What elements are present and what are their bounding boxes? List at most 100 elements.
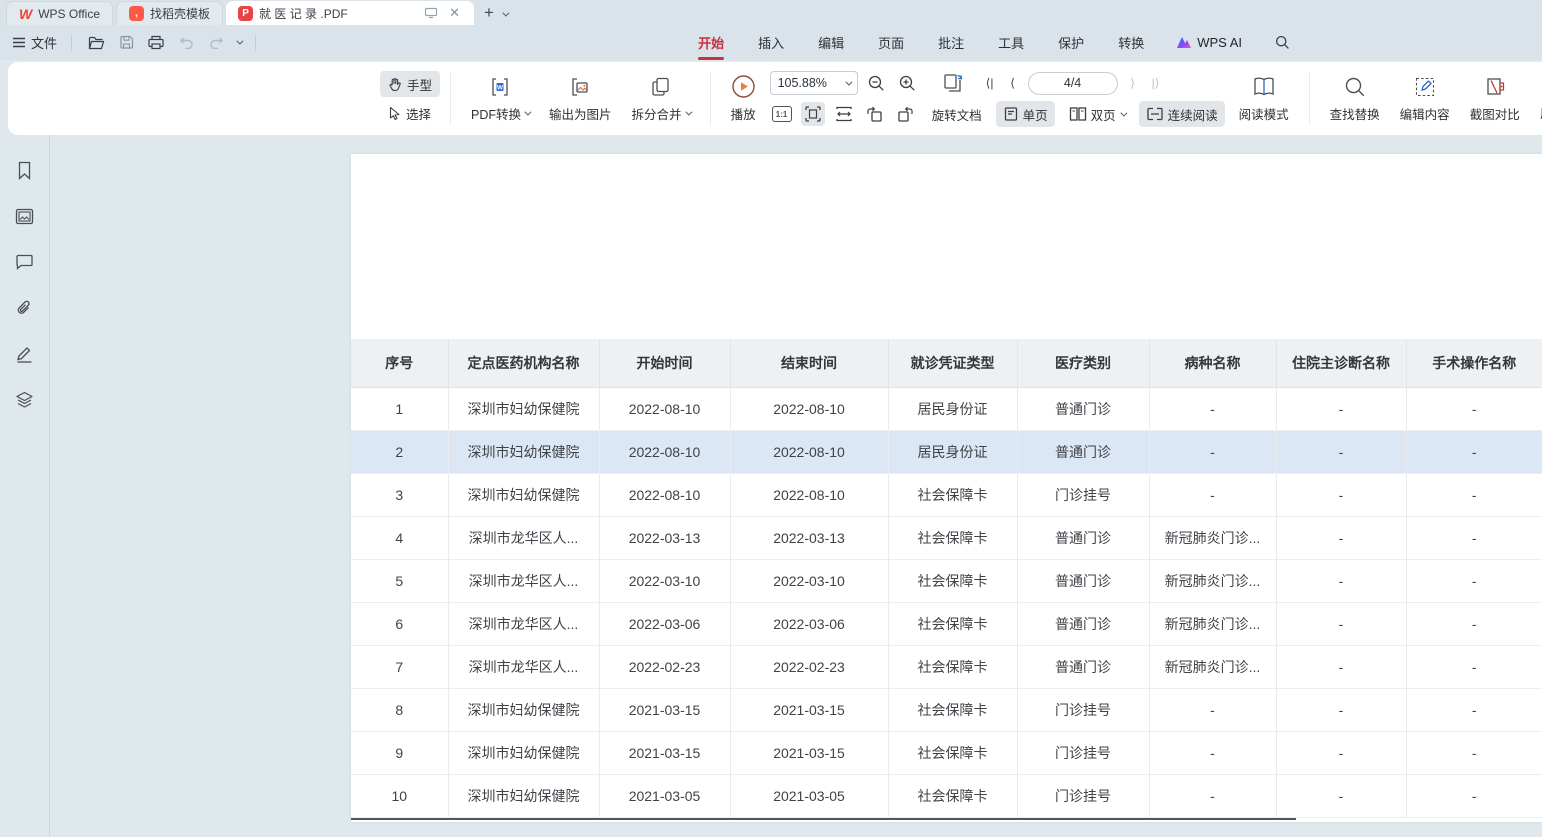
play-button[interactable]: 播放: [721, 68, 766, 130]
table-cell: 2021-03-05: [730, 774, 888, 817]
signature-icon[interactable]: [12, 341, 38, 367]
rotate-left-icon[interactable]: [863, 102, 887, 126]
zoom-level-select[interactable]: 105.88%: [770, 71, 858, 95]
table-cell: 社会保障卡: [888, 774, 1017, 817]
table-cell: 2022-08-10: [730, 430, 888, 473]
wps-ai-logo-icon: [1176, 36, 1192, 49]
tab-label: WPS Office: [38, 7, 100, 21]
table-cell: 2022-02-23: [599, 645, 730, 688]
fit-page-icon[interactable]: [801, 102, 825, 126]
table-header-row: 序号定点医药机构名称开始时间结束时间就诊凭证类型医疗类别病种名称住院主诊断名称手…: [351, 339, 1542, 387]
next-page-button[interactable]: ⟩: [1125, 76, 1141, 90]
menu-home[interactable]: 开始: [696, 27, 726, 58]
thumbnail-icon[interactable]: [12, 203, 38, 229]
compress-button[interactable]: 压缩: [1530, 68, 1542, 130]
split-merge-button[interactable]: 拆分合并: [622, 68, 700, 130]
continuous-reading-icon: [1146, 107, 1164, 121]
table-cell: 2022-08-10: [730, 473, 888, 516]
table-cell: 普通门诊: [1017, 516, 1149, 559]
tab-docer-templates[interactable]: , 找稻壳模板: [116, 1, 223, 25]
table-body: 1深圳市妇幼保健院2022-08-102022-08-10居民身份证普通门诊--…: [351, 387, 1542, 817]
monitor-icon[interactable]: [421, 3, 441, 23]
table-row: 1深圳市妇幼保健院2022-08-102022-08-10居民身份证普通门诊--…: [351, 387, 1542, 430]
menubar: 文件 开始 插入 编辑 页面 批注 工具 保护 转换: [0, 25, 1542, 60]
layers-icon[interactable]: [12, 387, 38, 413]
close-tab-icon[interactable]: ✕: [447, 5, 462, 21]
edit-content-icon: [1413, 75, 1437, 99]
menu-protect[interactable]: 保护: [1056, 27, 1086, 58]
quickbar-chevron-icon[interactable]: [236, 38, 243, 45]
menu-edit[interactable]: 编辑: [816, 27, 846, 58]
table-row: 4深圳市龙华区人...2022-03-132022-03-13社会保障卡普通门诊…: [351, 516, 1542, 559]
first-page-button[interactable]: ⟨|: [982, 76, 998, 90]
table-cell: 社会保障卡: [888, 473, 1017, 516]
select-tool-button[interactable]: 选择: [380, 100, 440, 126]
attachment-icon[interactable]: [12, 295, 38, 321]
print-icon[interactable]: [146, 33, 166, 53]
header-cell: 定点医药机构名称: [448, 339, 599, 387]
table-cell: -: [1406, 430, 1542, 473]
wps-ai-button[interactable]: WPS AI: [1176, 35, 1242, 50]
table-cell: 2022-08-10: [730, 387, 888, 430]
divider: [255, 35, 256, 51]
table-cell: -: [1149, 473, 1276, 516]
table-cell: 2022-03-10: [599, 559, 730, 602]
table-cell: 2022-03-10: [730, 559, 888, 602]
rotate-right-icon[interactable]: [894, 102, 918, 126]
edit-content-button[interactable]: 编辑内容: [1390, 68, 1460, 130]
document-canvas[interactable]: 序号定点医药机构名称开始时间结束时间就诊凭证类型医疗类别病种名称住院主诊断名称手…: [50, 135, 1542, 837]
pdf-convert-button[interactable]: W PDF转换: [461, 68, 539, 130]
single-page-button[interactable]: 单页: [996, 101, 1055, 127]
table-cell: 2021-03-15: [730, 731, 888, 774]
rotate-pages-icon[interactable]: [941, 71, 965, 95]
header-cell: 序号: [351, 339, 448, 387]
search-icon[interactable]: [1272, 33, 1292, 53]
export-image-button[interactable]: 输出为图片: [539, 68, 622, 130]
reading-mode-button[interactable]: 阅读模式: [1229, 68, 1299, 130]
rotate-document-button[interactable]: 旋转文档: [925, 101, 989, 127]
screenshot-compare-button[interactable]: 压缩截图对比: [1460, 68, 1530, 130]
save-icon[interactable]: [116, 33, 136, 53]
table-cell: 普通门诊: [1017, 645, 1149, 688]
new-tab-button[interactable]: +: [474, 3, 502, 25]
menu-insert[interactable]: 插入: [756, 27, 786, 58]
tab-list-chevron-icon[interactable]: [502, 10, 509, 17]
menu-annotate[interactable]: 批注: [936, 27, 966, 58]
continuous-reading-button[interactable]: 连续阅读: [1139, 101, 1225, 127]
redo-icon[interactable]: [206, 33, 226, 53]
bookmark-icon[interactable]: [12, 157, 38, 183]
undo-icon[interactable]: [176, 33, 196, 53]
fit-width-icon[interactable]: [832, 102, 856, 126]
table-cell: 深圳市龙华区人...: [448, 645, 599, 688]
page-number-input[interactable]: 4/4: [1028, 72, 1118, 95]
table-cell: 社会保障卡: [888, 645, 1017, 688]
previous-page-button[interactable]: ⟨: [1005, 76, 1021, 90]
zoom-in-icon[interactable]: [896, 71, 920, 95]
double-page-button[interactable]: 双页: [1062, 101, 1132, 127]
table-row: 2深圳市妇幼保健院2022-08-102022-08-10居民身份证普通门诊--…: [351, 430, 1542, 473]
chevron-down-icon: [1120, 109, 1127, 116]
actual-size-icon[interactable]: 1:1: [770, 102, 794, 126]
pdf-page: 序号定点医药机构名称开始时间结束时间就诊凭证类型医疗类别病种名称住院主诊断名称手…: [351, 154, 1542, 822]
table-cell: 社会保障卡: [888, 731, 1017, 774]
header-cell: 开始时间: [599, 339, 730, 387]
hand-tool-button[interactable]: 手型: [380, 71, 440, 97]
file-menu-button[interactable]: 文件: [12, 33, 57, 52]
menu-tools[interactable]: 工具: [996, 27, 1026, 58]
open-folder-icon[interactable]: [86, 33, 106, 53]
last-page-button[interactable]: |⟩: [1148, 76, 1164, 90]
tab-pdf-document[interactable]: P 就 医 记 录 .PDF ✕: [226, 1, 474, 25]
window-tabbar: W WPS Office , 找稻壳模板 P 就 医 记 录 .PDF ✕ +: [0, 0, 1542, 25]
comment-icon[interactable]: [12, 249, 38, 275]
divider: [1309, 73, 1310, 125]
find-replace-button[interactable]: 查找替换: [1320, 68, 1390, 130]
table-cell: 门诊挂号: [1017, 774, 1149, 817]
menu-convert[interactable]: 转换: [1116, 27, 1146, 58]
menu-page[interactable]: 页面: [876, 27, 906, 58]
split-merge-icon: [649, 75, 673, 99]
table-cell: 新冠肺炎门诊...: [1149, 602, 1276, 645]
zoom-out-icon[interactable]: [865, 71, 889, 95]
tab-wps-office[interactable]: W WPS Office: [6, 1, 113, 25]
hand-icon: [388, 77, 402, 92]
table-bottom-border: [351, 818, 1296, 820]
